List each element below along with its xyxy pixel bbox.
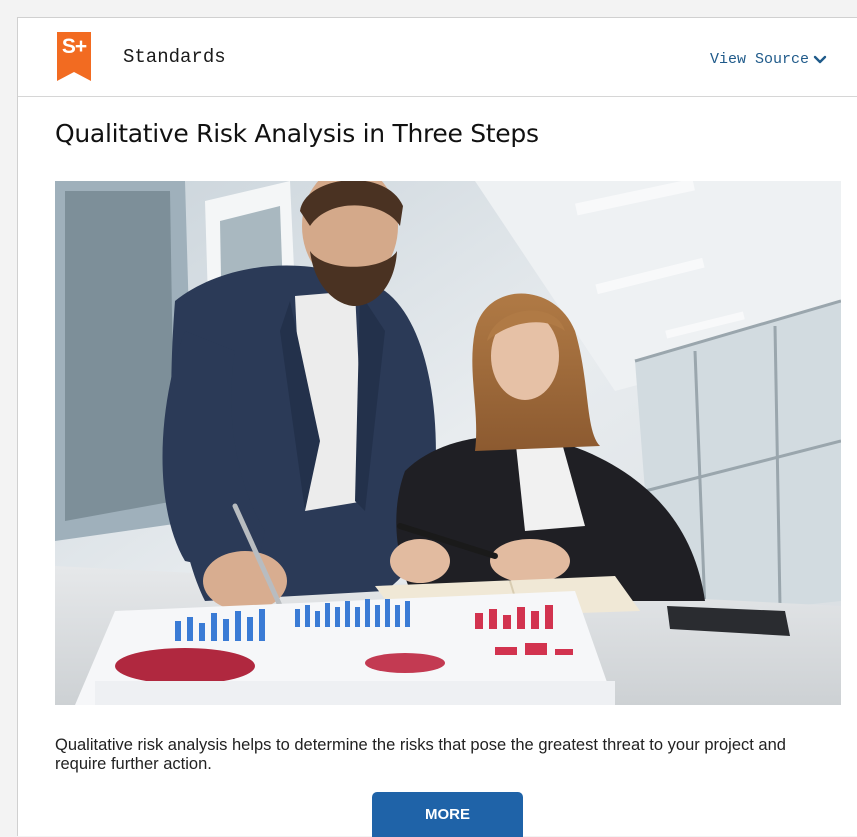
- article-title: Qualitative Risk Analysis in Three Steps: [55, 119, 539, 148]
- standards-logo[interactable]: S+: [57, 32, 91, 81]
- business-meeting-photo: [55, 181, 841, 705]
- article-description: Qualitative risk analysis helps to deter…: [55, 736, 786, 773]
- view-source-button[interactable]: View Source: [710, 51, 827, 68]
- brand-name: Standards: [123, 46, 226, 68]
- chevron-down-icon: [813, 55, 827, 63]
- header-bar: S+ Standards View Source: [18, 18, 857, 97]
- more-button[interactable]: MORE: [372, 792, 523, 837]
- article-card: S+ Standards View Source Qualitative Ris…: [17, 17, 857, 837]
- view-source-label: View Source: [709, 51, 809, 68]
- article-image: [55, 181, 841, 705]
- logo-text: S+: [61, 35, 87, 58]
